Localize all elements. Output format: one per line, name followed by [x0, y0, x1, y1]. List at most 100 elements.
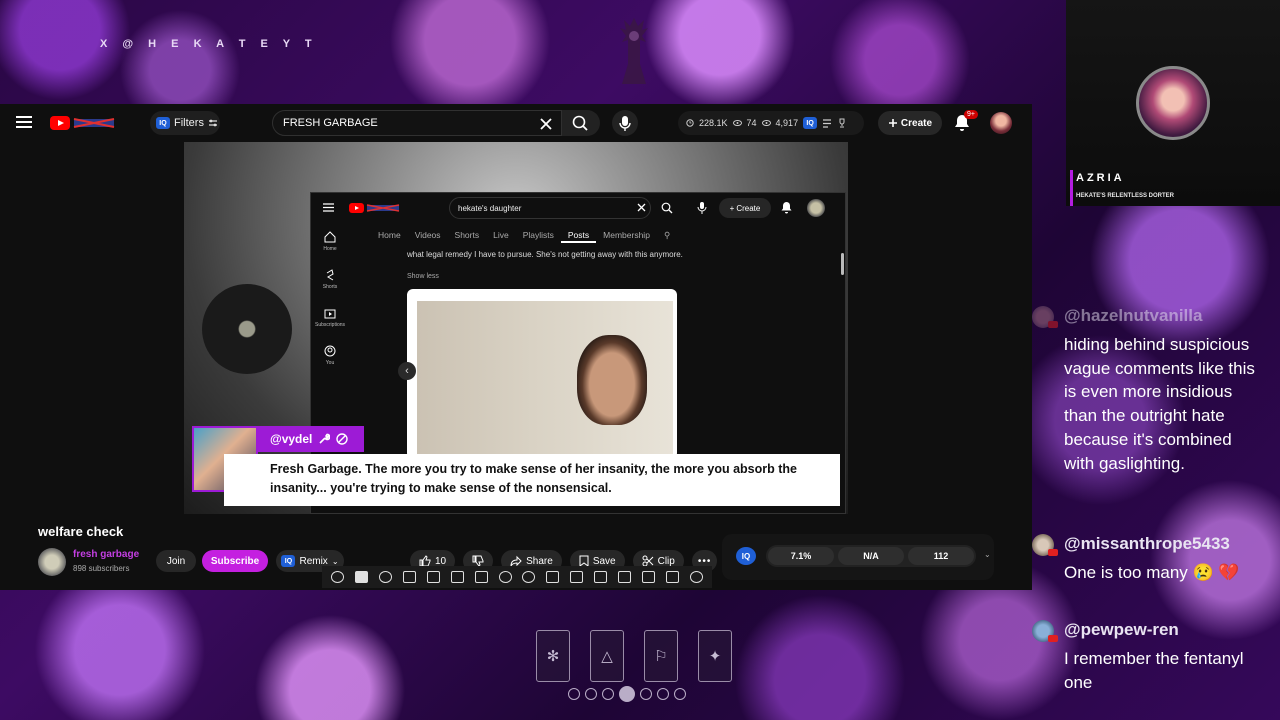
- trophy-icon[interactable]: [837, 118, 847, 128]
- chat-avatar: [1032, 534, 1058, 556]
- search-icon: [572, 115, 588, 131]
- gear-icon[interactable]: [689, 571, 703, 583]
- video-title: welfare check: [38, 524, 124, 539]
- social-handle: X @ H E K A T E Y T: [100, 38, 318, 50]
- channel-name[interactable]: fresh garbage: [73, 549, 139, 560]
- inner-sidebar-item-shorts: Shorts: [311, 269, 349, 290]
- inner-tab-playlists: Playlists: [522, 230, 554, 240]
- camera-icon[interactable]: [641, 571, 655, 583]
- chat-overlay-message: Fresh Garbage. The more you try to make …: [224, 454, 840, 506]
- top-bar: IQ Filters FRESH GARBAGE 228.1K 74 4,917…: [0, 104, 1032, 142]
- inner-search-input: hekate's daughter: [449, 197, 651, 219]
- sliders-icon: [208, 119, 217, 127]
- chat-username: @pewpew-ren: [1064, 620, 1179, 639]
- chevron-left-icon[interactable]: ‹: [398, 362, 416, 380]
- refresh-icon[interactable]: [331, 571, 345, 583]
- search-icon: [661, 202, 673, 214]
- share-label: Share: [526, 555, 553, 567]
- shorts-icon: [326, 269, 334, 281]
- inner-create-button: + Create: [719, 198, 771, 218]
- moon-phase-icon: [657, 688, 669, 700]
- subscriptions-icon: [324, 309, 336, 319]
- chat-username: @missanthrope5433: [1064, 534, 1230, 553]
- screen-icon[interactable]: [450, 571, 464, 583]
- microphone-icon: [697, 202, 707, 214]
- moon-phase-icon: [640, 688, 652, 700]
- iq-stats-panel: IQ 7.1% N/A 112 ⌄: [722, 534, 994, 580]
- moon-phase-icon: [585, 688, 597, 700]
- like-count: 10: [435, 555, 447, 567]
- inner-sidebar-item-you: You: [311, 345, 349, 366]
- tarot-cards: ✻ △ ⚐ ✦: [536, 630, 732, 682]
- subscribe-button[interactable]: Subscribe: [202, 550, 268, 572]
- list-icon[interactable]: [822, 118, 832, 128]
- align-icon[interactable]: [617, 571, 631, 583]
- streamer-avatar: [1136, 66, 1210, 140]
- moon-phase-icon: [602, 688, 614, 700]
- inner-tab-live: Live: [493, 230, 509, 240]
- inner-top-bar: hekate's daughter + Create: [311, 193, 845, 223]
- inner-sidebar-label: Subscriptions: [314, 322, 345, 328]
- inner-tab-videos: Videos: [414, 230, 441, 240]
- close-icon[interactable]: [540, 118, 552, 130]
- search-button[interactable]: [562, 110, 600, 136]
- plus-icon: +: [729, 203, 735, 213]
- iq-icon[interactable]: IQ: [803, 117, 818, 129]
- iq-metric-score: 112: [908, 547, 974, 565]
- subscriber-count: 898 subscribers: [73, 564, 130, 573]
- stop-icon[interactable]: [355, 571, 369, 583]
- tarot-card-figure-icon: ⚐: [644, 630, 678, 682]
- tarot-card-wheel-icon: ✻: [536, 630, 570, 682]
- youtube-logo-icon: [349, 203, 400, 213]
- video-off-icon[interactable]: [403, 571, 417, 583]
- image-icon[interactable]: [570, 571, 584, 583]
- search-input[interactable]: FRESH GARBAGE: [272, 110, 562, 136]
- inner-sidebar-label: Shorts: [322, 284, 338, 290]
- home-icon: [324, 231, 336, 243]
- timer-icon[interactable]: [522, 571, 536, 583]
- channel-avatar[interactable]: [38, 548, 66, 576]
- eye-icon: [732, 120, 742, 126]
- stream-tools-toolbar: [322, 566, 712, 588]
- account-avatar[interactable]: [990, 112, 1012, 134]
- inner-tab-membership: Membership: [603, 230, 650, 240]
- filters-label: Filters: [174, 117, 204, 129]
- user-icon: [324, 345, 336, 357]
- calendar-icon[interactable]: [426, 571, 440, 583]
- mask-icon[interactable]: [498, 571, 512, 583]
- post-photo: [417, 301, 673, 459]
- inner-sidebar-item-subscriptions: Subscriptions: [311, 307, 349, 328]
- broadcast-icon[interactable]: [379, 571, 393, 583]
- clip-label: Clip: [657, 555, 675, 567]
- join-button[interactable]: Join: [156, 550, 196, 572]
- chat-username: @hazelnutvanilla: [1064, 306, 1203, 325]
- youtube-logo-icon[interactable]: [50, 115, 116, 131]
- layout-icon[interactable]: [474, 571, 488, 583]
- flask-icon[interactable]: [665, 571, 679, 583]
- voice-search-button[interactable]: [612, 110, 638, 136]
- chevron-down-icon: ⌄: [331, 556, 339, 566]
- split-icon[interactable]: [594, 571, 608, 583]
- post-text: what legal remedy I have to pursue. She'…: [407, 250, 683, 259]
- iq-metric-na: N/A: [838, 547, 904, 565]
- iq-icon: IQ: [156, 117, 170, 129]
- eye-icon: [761, 120, 771, 126]
- stats-pill: 228.1K 74 4,917 IQ: [678, 111, 864, 135]
- youtube-icon: [1048, 549, 1058, 556]
- create-button[interactable]: Create: [878, 111, 942, 135]
- notification-count: 9+: [964, 110, 978, 119]
- stat-watching: 74: [746, 118, 757, 128]
- chevron-down-icon[interactable]: ⌄: [984, 550, 991, 559]
- filters-button[interactable]: IQ Filters: [150, 111, 220, 135]
- chat-overlay-username: @vydel: [270, 432, 313, 446]
- close-icon: [637, 203, 646, 212]
- chat-avatar: [1032, 620, 1058, 642]
- stat-total: 4,917: [775, 118, 799, 128]
- iq-icon[interactable]: IQ: [736, 547, 756, 565]
- chat-text: hiding behind suspicious vague comments …: [1064, 335, 1255, 473]
- crop-icon[interactable]: [546, 571, 560, 583]
- inner-avatar: [807, 199, 825, 217]
- inner-sidebar-label: You: [325, 360, 335, 366]
- hamburger-menu-icon[interactable]: [16, 116, 32, 128]
- chat-overlay-username-tag: @vydel: [258, 426, 364, 452]
